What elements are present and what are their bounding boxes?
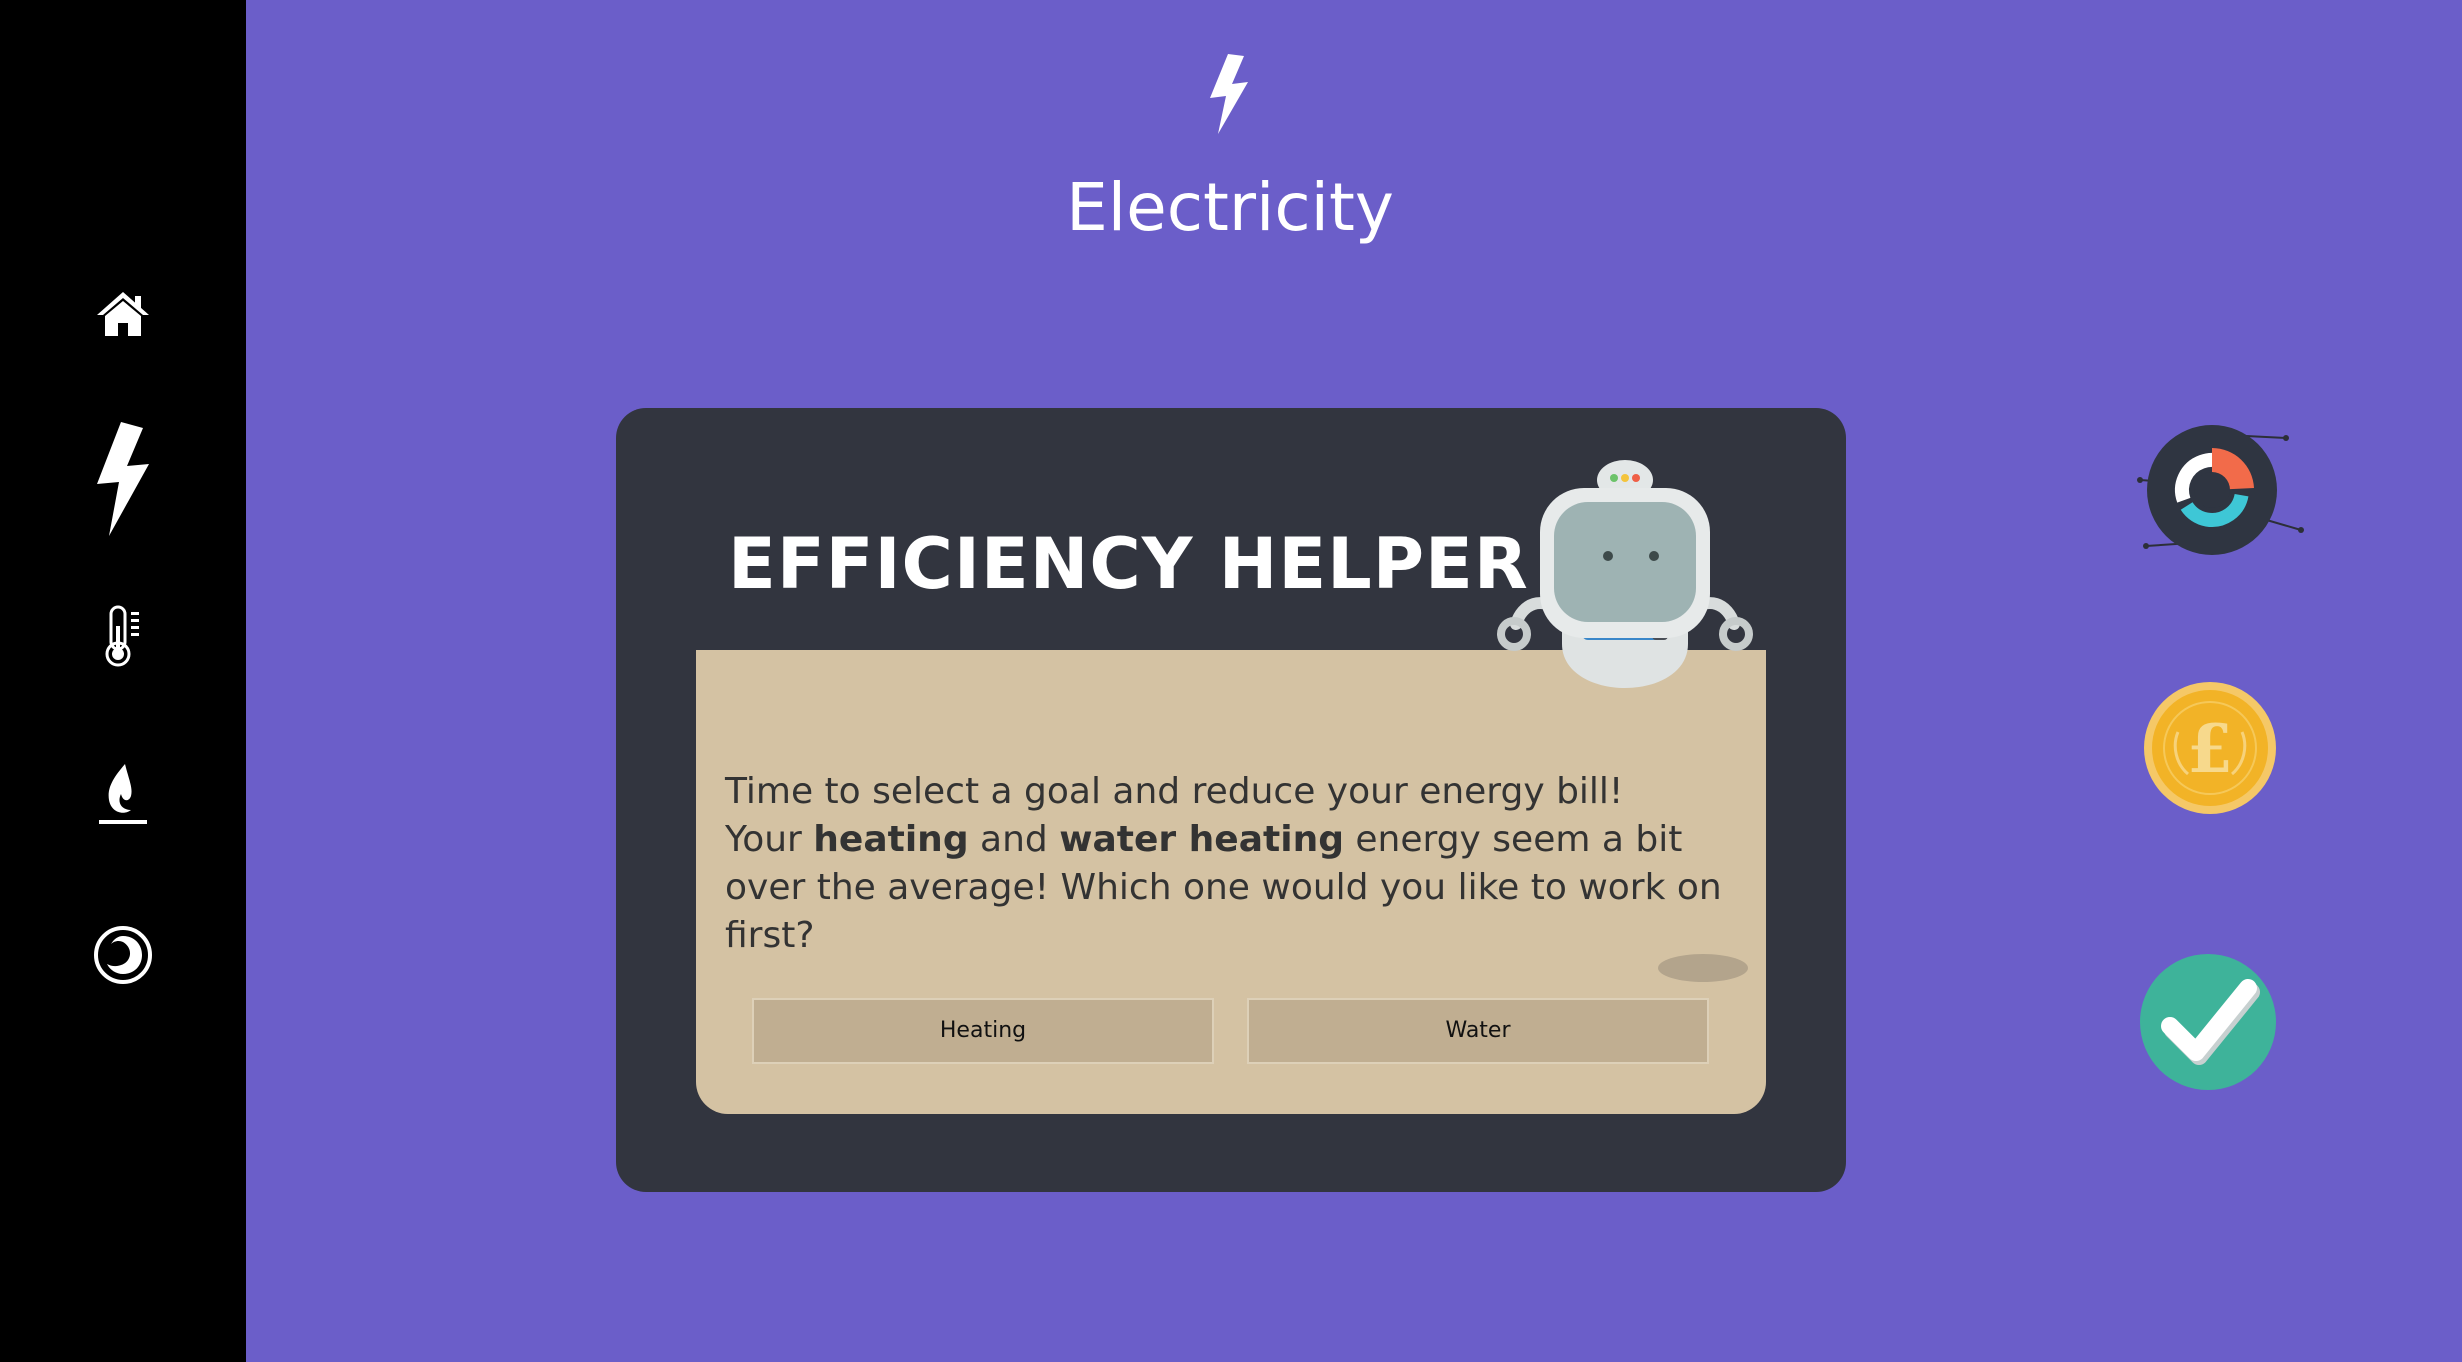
page-title: Electricity [1066, 169, 1394, 246]
home-icon [97, 292, 149, 336]
stats-button[interactable] [2136, 424, 2306, 560]
sidebar-nav [0, 0, 246, 1362]
message-line-1: Time to select a goal and reduce your en… [725, 771, 1624, 812]
message-bold-heating: heating [813, 819, 969, 860]
checkmark-icon [2140, 954, 2276, 1090]
helper-card: Time to select a goal and reduce your en… [696, 650, 1766, 1114]
message-line-2-prefix: Your [725, 819, 814, 860]
thermometer-icon [105, 605, 139, 667]
robot-icon [1497, 460, 1753, 688]
message-line-2-mid: and [968, 819, 1060, 860]
water-button[interactable]: Water [1247, 998, 1709, 1064]
efficiency-helper-panel: EFFICIENCY HELPER Time to select a goal … [616, 408, 1846, 1192]
savings-button[interactable]: £ [2142, 680, 2278, 820]
lightning-bolt-icon [1210, 54, 1248, 134]
goals-button[interactable] [2140, 952, 2280, 1096]
water-drop-icon [94, 926, 152, 984]
svg-text:£: £ [2187, 710, 2233, 788]
sidebar-item-gas[interactable] [0, 762, 246, 826]
message-bold-water-heating: water heating [1059, 819, 1344, 860]
helper-message: Time to select a goal and reduce your en… [725, 768, 1735, 960]
lightning-bolt-icon [97, 422, 149, 536]
pound-coin-icon: £ [2144, 682, 2276, 814]
donut-chart-icon [2137, 425, 2304, 555]
flame-icon [99, 764, 147, 824]
sidebar-item-electricity[interactable] [0, 422, 246, 536]
helper-title: EFFICIENCY HELPER [728, 523, 1529, 605]
sidebar-item-water[interactable] [0, 924, 246, 986]
sidebar-item-temperature[interactable] [0, 604, 246, 668]
heating-button[interactable]: Heating [752, 998, 1214, 1064]
sidebar-item-home[interactable] [0, 290, 246, 338]
